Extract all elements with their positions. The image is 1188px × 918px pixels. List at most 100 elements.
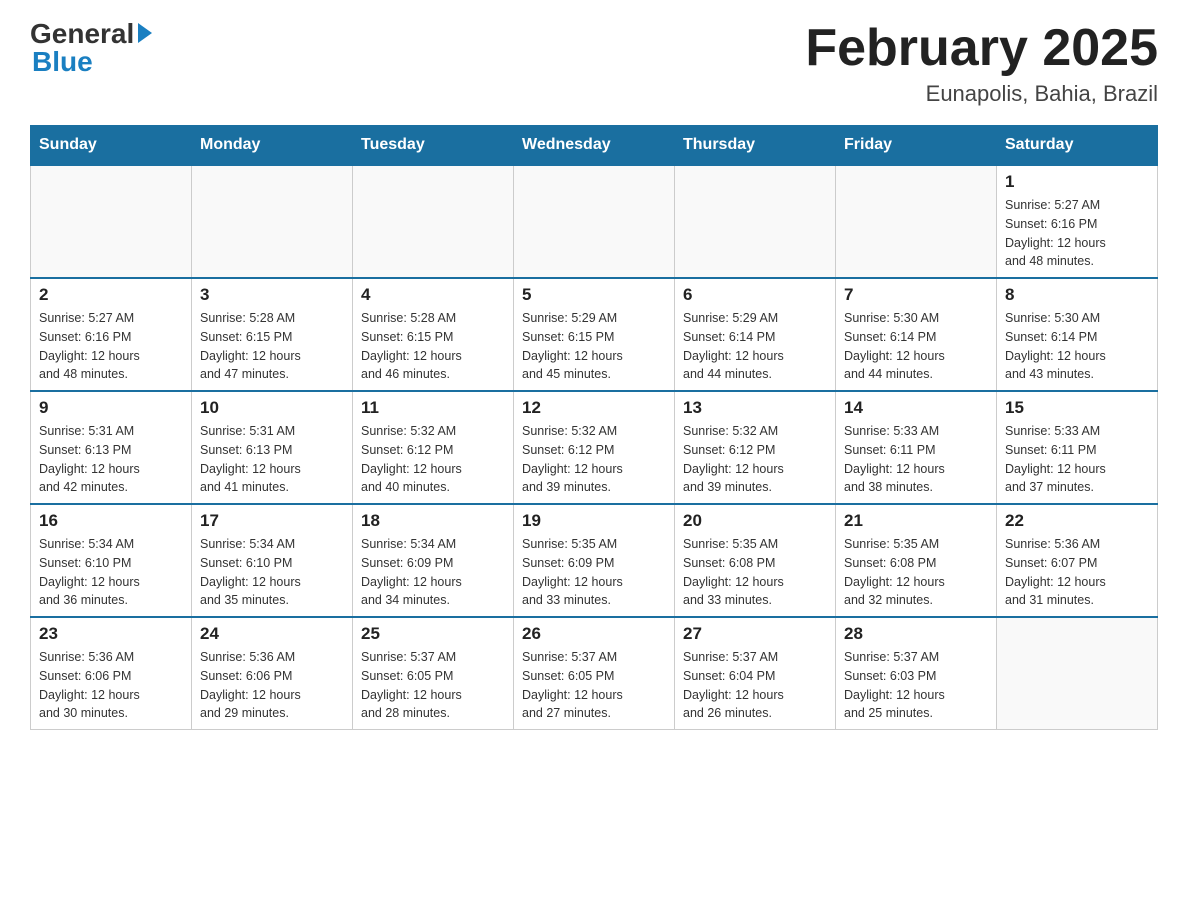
week-row-5: 23 Sunrise: 5:36 AM Sunset: 6:06 PM Dayli… — [31, 617, 1158, 730]
day-number: 18 — [361, 511, 505, 531]
calendar-cell — [353, 165, 514, 278]
calendar-subtitle: Eunapolis, Bahia, Brazil — [805, 81, 1158, 107]
day-number: 26 — [522, 624, 666, 644]
day-info: Sunrise: 5:30 AM Sunset: 6:14 PM Dayligh… — [844, 309, 988, 384]
day-info: Sunrise: 5:34 AM Sunset: 6:10 PM Dayligh… — [39, 535, 183, 610]
calendar-cell: 21 Sunrise: 5:35 AM Sunset: 6:08 PM Dayli… — [836, 504, 997, 617]
calendar-cell: 3 Sunrise: 5:28 AM Sunset: 6:15 PM Daylig… — [192, 278, 353, 391]
calendar-cell — [192, 165, 353, 278]
calendar-cell: 13 Sunrise: 5:32 AM Sunset: 6:12 PM Dayli… — [675, 391, 836, 504]
day-info: Sunrise: 5:29 AM Sunset: 6:15 PM Dayligh… — [522, 309, 666, 384]
header-day-thursday: Thursday — [675, 126, 836, 166]
day-number: 5 — [522, 285, 666, 305]
day-info: Sunrise: 5:35 AM Sunset: 6:08 PM Dayligh… — [844, 535, 988, 610]
calendar-cell — [675, 165, 836, 278]
day-info: Sunrise: 5:36 AM Sunset: 6:06 PM Dayligh… — [200, 648, 344, 723]
logo: General Blue — [30, 20, 152, 76]
calendar-cell: 5 Sunrise: 5:29 AM Sunset: 6:15 PM Daylig… — [514, 278, 675, 391]
calendar-cell: 24 Sunrise: 5:36 AM Sunset: 6:06 PM Dayli… — [192, 617, 353, 730]
calendar-cell: 22Sunrise: 5:36 AM Sunset: 6:07 PM Dayli… — [997, 504, 1158, 617]
day-number: 15 — [1005, 398, 1149, 418]
logo-arrow-icon — [138, 23, 152, 43]
calendar-cell — [514, 165, 675, 278]
day-number: 27 — [683, 624, 827, 644]
day-number: 12 — [522, 398, 666, 418]
day-number: 24 — [200, 624, 344, 644]
header-day-monday: Monday — [192, 126, 353, 166]
header-row: SundayMondayTuesdayWednesdayThursdayFrid… — [31, 126, 1158, 166]
day-number: 9 — [39, 398, 183, 418]
week-row-1: 1Sunrise: 5:27 AM Sunset: 6:16 PM Daylig… — [31, 165, 1158, 278]
day-number: 2 — [39, 285, 183, 305]
calendar-cell: 23 Sunrise: 5:36 AM Sunset: 6:06 PM Dayli… — [31, 617, 192, 730]
calendar-cell: 1Sunrise: 5:27 AM Sunset: 6:16 PM Daylig… — [997, 165, 1158, 278]
calendar-header: SundayMondayTuesdayWednesdayThursdayFrid… — [31, 126, 1158, 166]
calendar-cell: 16 Sunrise: 5:34 AM Sunset: 6:10 PM Dayli… — [31, 504, 192, 617]
day-info: Sunrise: 5:36 AM Sunset: 6:06 PM Dayligh… — [39, 648, 183, 723]
calendar-cell: 8 Sunrise: 5:30 AM Sunset: 6:14 PM Daylig… — [997, 278, 1158, 391]
day-info: Sunrise: 5:28 AM Sunset: 6:15 PM Dayligh… — [200, 309, 344, 384]
day-info: Sunrise: 5:32 AM Sunset: 6:12 PM Dayligh… — [522, 422, 666, 497]
calendar-cell: 15 Sunrise: 5:33 AM Sunset: 6:11 PM Dayli… — [997, 391, 1158, 504]
day-number: 20 — [683, 511, 827, 531]
day-info: Sunrise: 5:37 AM Sunset: 6:05 PM Dayligh… — [522, 648, 666, 723]
day-number: 16 — [39, 511, 183, 531]
calendar-cell — [997, 617, 1158, 730]
calendar-cell: 9Sunrise: 5:31 AM Sunset: 6:13 PM Daylig… — [31, 391, 192, 504]
week-row-3: 9 Sunrise: 5:31 AM Sunset: 6:13 PM Daylig… — [31, 391, 1158, 504]
logo-blue: Blue — [32, 48, 93, 76]
week-row-2: 2Sunrise: 5:27 AM Sunset: 6:16 PM Daylig… — [31, 278, 1158, 391]
header-day-tuesday: Tuesday — [353, 126, 514, 166]
day-info: Sunrise: 5:33 AM Sunset: 6:11 PM Dayligh… — [1005, 422, 1149, 497]
day-info: Sunrise: 5:29 AM Sunset: 6:14 PM Dayligh… — [683, 309, 827, 384]
calendar-cell: 19Sunrise: 5:35 AM Sunset: 6:09 PM Dayli… — [514, 504, 675, 617]
day-number: 17 — [200, 511, 344, 531]
day-info: Sunrise: 5:32 AM Sunset: 6:12 PM Dayligh… — [361, 422, 505, 497]
page-header: General Blue February 2025 Eunapolis, Ba… — [30, 20, 1158, 107]
day-number: 23 — [39, 624, 183, 644]
day-info: Sunrise: 5:35 AM Sunset: 6:08 PM Dayligh… — [683, 535, 827, 610]
calendar-cell: 18 Sunrise: 5:34 AM Sunset: 6:09 PM Dayli… — [353, 504, 514, 617]
day-info: Sunrise: 5:30 AM Sunset: 6:14 PM Dayligh… — [1005, 309, 1149, 384]
day-info: Sunrise: 5:34 AM Sunset: 6:09 PM Dayligh… — [361, 535, 505, 610]
week-row-4: 16 Sunrise: 5:34 AM Sunset: 6:10 PM Dayli… — [31, 504, 1158, 617]
calendar-cell: 4 Sunrise: 5:28 AM Sunset: 6:15 PM Daylig… — [353, 278, 514, 391]
day-info: Sunrise: 5:28 AM Sunset: 6:15 PM Dayligh… — [361, 309, 505, 384]
day-number: 8 — [1005, 285, 1149, 305]
day-number: 4 — [361, 285, 505, 305]
calendar-cell: 2Sunrise: 5:27 AM Sunset: 6:16 PM Daylig… — [31, 278, 192, 391]
calendar-cell — [31, 165, 192, 278]
header-day-friday: Friday — [836, 126, 997, 166]
calendar-cell: 7 Sunrise: 5:30 AM Sunset: 6:14 PM Daylig… — [836, 278, 997, 391]
day-number: 7 — [844, 285, 988, 305]
day-info: Sunrise: 5:32 AM Sunset: 6:12 PM Dayligh… — [683, 422, 827, 497]
day-number: 10 — [200, 398, 344, 418]
calendar-cell: 17Sunrise: 5:34 AM Sunset: 6:10 PM Dayli… — [192, 504, 353, 617]
calendar-cell — [836, 165, 997, 278]
calendar-cell: 25Sunrise: 5:37 AM Sunset: 6:05 PM Dayli… — [353, 617, 514, 730]
day-info: Sunrise: 5:31 AM Sunset: 6:13 PM Dayligh… — [200, 422, 344, 497]
day-info: Sunrise: 5:36 AM Sunset: 6:07 PM Dayligh… — [1005, 535, 1149, 610]
day-number: 11 — [361, 398, 505, 418]
logo-general: General — [30, 20, 152, 48]
header-day-sunday: Sunday — [31, 126, 192, 166]
day-info: Sunrise: 5:37 AM Sunset: 6:03 PM Dayligh… — [844, 648, 988, 723]
calendar-cell: 26 Sunrise: 5:37 AM Sunset: 6:05 PM Dayli… — [514, 617, 675, 730]
day-number: 14 — [844, 398, 988, 418]
calendar-cell: 11 Sunrise: 5:32 AM Sunset: 6:12 PM Dayli… — [353, 391, 514, 504]
day-number: 3 — [200, 285, 344, 305]
calendar-cell: 14Sunrise: 5:33 AM Sunset: 6:11 PM Dayli… — [836, 391, 997, 504]
calendar-cell: 12 Sunrise: 5:32 AM Sunset: 6:12 PM Dayli… — [514, 391, 675, 504]
day-info: Sunrise: 5:27 AM Sunset: 6:16 PM Dayligh… — [1005, 196, 1149, 271]
day-info: Sunrise: 5:35 AM Sunset: 6:09 PM Dayligh… — [522, 535, 666, 610]
day-number: 21 — [844, 511, 988, 531]
title-block: February 2025 Eunapolis, Bahia, Brazil — [805, 20, 1158, 107]
calendar-cell: 20 Sunrise: 5:35 AM Sunset: 6:08 PM Dayli… — [675, 504, 836, 617]
day-number: 6 — [683, 285, 827, 305]
day-info: Sunrise: 5:37 AM Sunset: 6:04 PM Dayligh… — [683, 648, 827, 723]
calendar-cell: 6 Sunrise: 5:29 AM Sunset: 6:14 PM Daylig… — [675, 278, 836, 391]
day-info: Sunrise: 5:37 AM Sunset: 6:05 PM Dayligh… — [361, 648, 505, 723]
header-day-wednesday: Wednesday — [514, 126, 675, 166]
calendar-cell: 28Sunrise: 5:37 AM Sunset: 6:03 PM Dayli… — [836, 617, 997, 730]
day-number: 13 — [683, 398, 827, 418]
